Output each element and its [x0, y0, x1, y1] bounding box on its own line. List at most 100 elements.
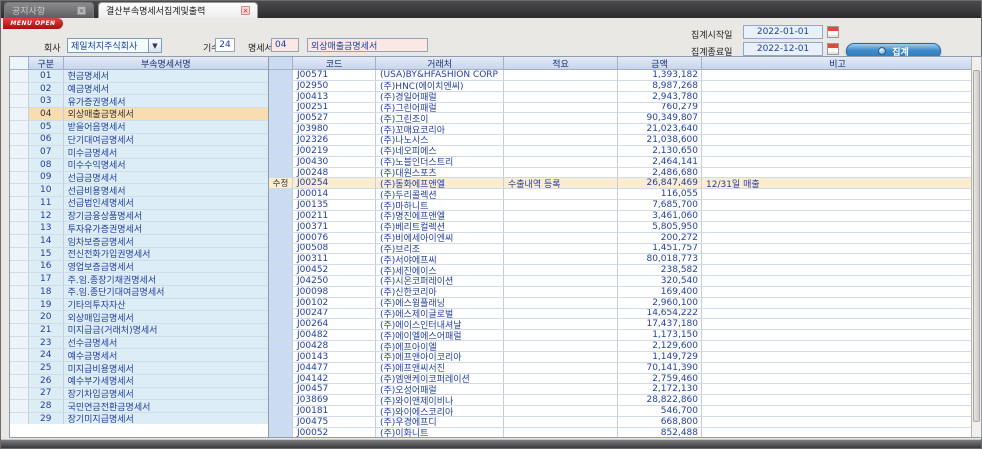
- statement-name-input[interactable]: [307, 38, 428, 52]
- row-note: [702, 341, 973, 352]
- statement-no: 09: [29, 172, 64, 185]
- customer-row[interactable]: J03869(주)와이앤제이비나28,822,860: [269, 395, 981, 406]
- customer-name: (주)명진에프앤엘: [376, 211, 504, 222]
- statement-list-header: 구분 부속명세서명: [10, 57, 268, 70]
- statement-row[interactable]: 21미지급금(거래처)명세서: [10, 324, 268, 337]
- statement-row[interactable]: 13투자유가증권명세서: [10, 222, 268, 235]
- statement-row[interactable]: 01현금명세서: [10, 70, 268, 83]
- statement-row[interactable]: 19기타의투자자산: [10, 299, 268, 312]
- row-status: [269, 384, 293, 395]
- customer-row[interactable]: J00076(주)비에세아이엔씨200,272: [269, 233, 981, 244]
- customer-row[interactable]: J00508(주)브리조1,451,757: [269, 244, 981, 255]
- customer-row[interactable]: J00135(주)마하니트7,685,700: [269, 200, 981, 211]
- row-status: [269, 265, 293, 276]
- row-desc: [504, 384, 618, 395]
- statement-row[interactable]: 12장기금융상품명세서: [10, 210, 268, 223]
- customer-row[interactable]: J00571(USA)BY&HFASHION CORP1,393,182: [269, 70, 981, 81]
- statement-row[interactable]: 03유가증권명세서: [10, 95, 268, 108]
- customer-row[interactable]: J00251(주)그린어패럴760,279: [269, 103, 981, 114]
- customer-row[interactable]: J00264(주)에이스인터내셔날17,437,180: [269, 319, 981, 330]
- row-note: [702, 103, 973, 114]
- statement-row[interactable]: 28국민연금전환금명세서: [10, 400, 268, 413]
- customer-row[interactable]: J00248(주)대원스포츠2,486,680: [269, 168, 981, 179]
- statement-code-input[interactable]: [271, 38, 299, 52]
- statement-no: 12: [29, 210, 64, 223]
- statement-row[interactable]: 11선급법인세명세서: [10, 197, 268, 210]
- statement-row[interactable]: 09선급금명세서: [10, 172, 268, 185]
- row-status: [269, 113, 293, 124]
- statement-name: 예금명세서: [64, 83, 268, 96]
- statement-no: 16: [29, 261, 64, 274]
- statement-row[interactable]: 26예수부가세명세서: [10, 375, 268, 388]
- customer-row[interactable]: J02326(주)나노시스21,038,600: [269, 135, 981, 146]
- customer-row[interactable]: J00181(주)와이에스코리아546,700: [269, 406, 981, 417]
- row-desc: [504, 298, 618, 309]
- calendar-icon[interactable]: [827, 26, 839, 38]
- calendar-icon[interactable]: [827, 43, 839, 55]
- company-select[interactable]: 제일처지주식회사 ▼: [67, 38, 162, 53]
- customer-row[interactable]: J00475(주)우경에프디668,800: [269, 417, 981, 428]
- customer-row[interactable]: J00311(주)서야에프씨80,018,773: [269, 254, 981, 265]
- customer-name: (주)네오피에스: [376, 146, 504, 157]
- statement-row[interactable]: 20외상매입금명세서: [10, 311, 268, 324]
- customer-row[interactable]: J04477(주)에프앤씨서진70,141,390: [269, 363, 981, 374]
- customer-row[interactable]: J00371(주)베리트컬렉션5,805,950: [269, 222, 981, 233]
- vertical-scrollbar[interactable]: [971, 57, 981, 437]
- customer-row[interactable]: J00452(주)세진에이스238,582: [269, 265, 981, 276]
- scrollbar-thumb[interactable]: [973, 70, 980, 422]
- statement-name: 받을어음명세서: [64, 121, 268, 134]
- statement-row[interactable]: 17주.임.종장기채권명세서: [10, 273, 268, 286]
- statement-row[interactable]: 18주.임.종단기대여금명세서: [10, 286, 268, 299]
- row-amount: 1,451,757: [618, 244, 702, 255]
- row-amount: 5,805,950: [618, 222, 702, 233]
- customer-row[interactable]: J00219(주)네오피에스2,130,650: [269, 146, 981, 157]
- customer-row[interactable]: J00527(주)그린조이90,349,807: [269, 113, 981, 124]
- customer-row[interactable]: J00143(주)에프앤아이코리아1,149,729: [269, 352, 981, 363]
- statement-row[interactable]: 08미수수익명세서: [10, 159, 268, 172]
- row-desc: [504, 124, 618, 135]
- customer-row[interactable]: J00482(주)에이엘에스어패럴1,173,150: [269, 330, 981, 341]
- statement-row[interactable]: 06단기대여금명세서: [10, 134, 268, 147]
- statement-row[interactable]: 16영업보증금명세서: [10, 261, 268, 274]
- customer-row[interactable]: J00457(주)오성어패럴2,172,130: [269, 384, 981, 395]
- customer-row[interactable]: J00430(주)노블인더스트리2,464,141: [269, 157, 981, 168]
- statement-no: 02: [29, 83, 64, 96]
- customer-row[interactable]: J00014(주)두리콜렉션116,055: [269, 189, 981, 200]
- customer-row[interactable]: J00052(주)이화니트852,488: [269, 428, 981, 438]
- statement-row[interactable]: 25미지급비용명세서: [10, 362, 268, 375]
- statement-row[interactable]: 27장기차입금명세서: [10, 388, 268, 401]
- statement-row[interactable]: 05받을어음명세서: [10, 121, 268, 134]
- statement-row[interactable]: 15전신전화가입권명세서: [10, 248, 268, 261]
- row-amount: 28,822,860: [618, 395, 702, 406]
- statement-row[interactable]: 04외상매출금명세서: [10, 108, 268, 121]
- statement-row[interactable]: 14임차보증금명세서: [10, 235, 268, 248]
- statement-row[interactable]: 07미수금명세서: [10, 146, 268, 159]
- tab-close-icon[interactable]: ×: [241, 6, 250, 15]
- tab-notice[interactable]: 공지사항 ×: [4, 2, 94, 18]
- row-status: [269, 406, 293, 417]
- customer-row[interactable]: J00211(주)명진에프앤엘3,461,060: [269, 211, 981, 222]
- customer-row[interactable]: J00098(주)신한코리아169,400: [269, 287, 981, 298]
- customer-row[interactable]: J00102(주)에스윙플래닝2,960,100: [269, 298, 981, 309]
- customer-row[interactable]: J00247(주)에스제이글로벌14,654,222: [269, 309, 981, 320]
- customer-code: J00014: [293, 189, 376, 200]
- row-status: [269, 374, 293, 385]
- customer-row[interactable]: J00413(주)경일어패럴2,943,780: [269, 92, 981, 103]
- customer-row[interactable]: J02950(주)HNC(에이치엔씨)8,987,268: [269, 81, 981, 92]
- row-note: [702, 254, 973, 265]
- start-date-input[interactable]: [743, 25, 823, 39]
- customer-row[interactable]: J04142(주)엠앤케이코퍼레이션2,759,460: [269, 374, 981, 385]
- statement-row[interactable]: 23선수금명세서: [10, 337, 268, 350]
- customer-row[interactable]: J00428(주)에프아이엘2,129,600: [269, 341, 981, 352]
- statement-name: 외상매출금명세서: [64, 108, 268, 121]
- tab-settlement-report[interactable]: 결산부속명세서집계및출력 ×: [98, 2, 258, 18]
- end-date-input[interactable]: [743, 42, 823, 56]
- customer-row[interactable]: J03980(주)꼬매요코리아21,023,640: [269, 124, 981, 135]
- tab-close-icon[interactable]: ×: [77, 6, 86, 15]
- statement-row[interactable]: 24예수금명세서: [10, 349, 268, 362]
- statement-row[interactable]: 10선급비용명세서: [10, 184, 268, 197]
- customer-row[interactable]: 수정J00254(주)동화에프앤엘수출내역 등록26,847,46912/31일…: [269, 178, 981, 189]
- statement-row[interactable]: 02예금명세서: [10, 83, 268, 96]
- customer-row[interactable]: J04250(주)시온코퍼레이션320,540: [269, 276, 981, 287]
- period-input[interactable]: [215, 38, 235, 52]
